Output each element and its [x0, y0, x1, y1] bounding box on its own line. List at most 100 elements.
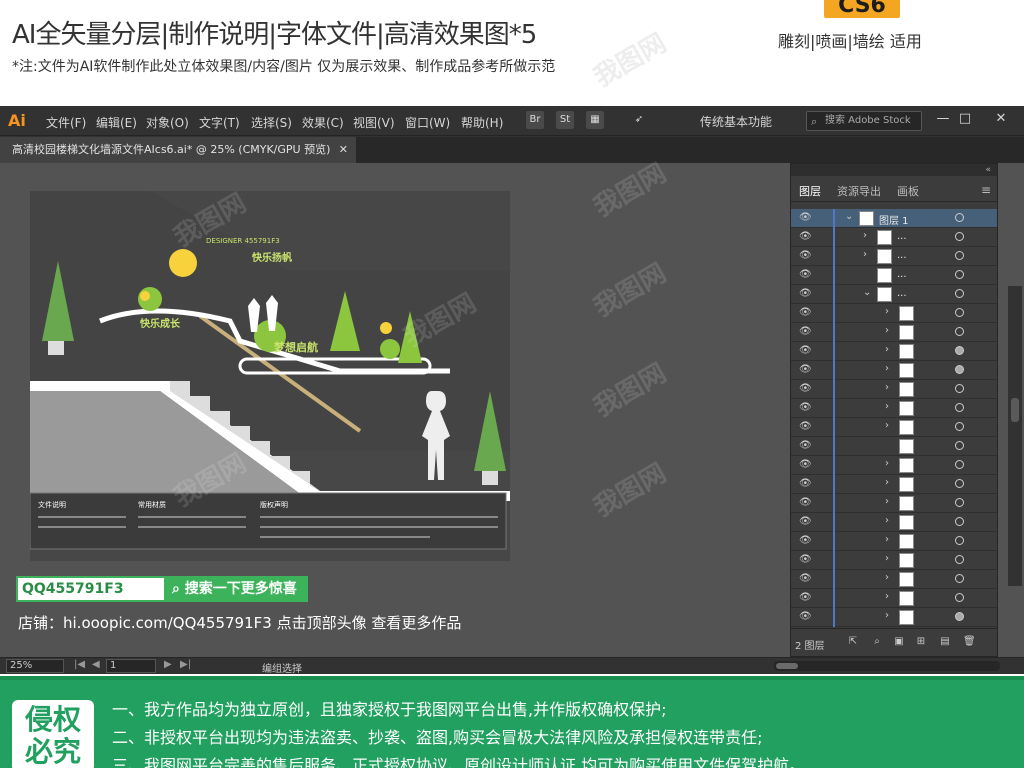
- target-circle-icon[interactable]: [955, 327, 964, 336]
- new-layer-icon[interactable]: ▤: [939, 636, 951, 648]
- locate-object-icon[interactable]: ⌕: [871, 636, 883, 648]
- expand-arrow-icon[interactable]: ›: [885, 515, 889, 526]
- visibility-eye-icon[interactable]: 👁: [799, 554, 812, 565]
- menu-window[interactable]: 窗口(W): [405, 114, 450, 131]
- target-circle-icon[interactable]: [955, 555, 964, 564]
- layer-row[interactable]: 👁 ›: [791, 589, 997, 608]
- layer-row[interactable]: 👁 ›: [791, 608, 997, 627]
- menu-view[interactable]: 视图(V): [353, 114, 395, 131]
- layer-name[interactable]: ...: [897, 269, 907, 280]
- layers-list[interactable]: 👁 ⌄ 图层 1 👁 ›... 👁 ›... 👁... 👁 ⌄... 👁 › 👁 › 👁 › 👁 › 👁 › 👁 › 👁 › 👁…: [791, 209, 997, 627]
- menu-help[interactable]: 帮助(H): [461, 114, 503, 131]
- layer-row[interactable]: 👁 ⌄ 图层 1: [791, 209, 997, 228]
- visibility-eye-icon[interactable]: 👁: [799, 421, 812, 432]
- menu-select[interactable]: 选择(S): [251, 114, 292, 131]
- panel-collapse-button[interactable]: «: [791, 164, 997, 176]
- close-window-button[interactable]: ✕: [992, 111, 1010, 127]
- expand-arrow-icon[interactable]: ›: [885, 401, 889, 412]
- visibility-eye-icon[interactable]: 👁: [799, 535, 812, 546]
- menu-edit[interactable]: 编辑(E): [96, 114, 137, 131]
- expand-arrow-icon[interactable]: ⌄: [845, 211, 853, 222]
- visibility-eye-icon[interactable]: 👁: [799, 573, 812, 584]
- artboard[interactable]: DESIGNER 455791F3 快乐成长 快乐扬帆 梦想启航 文件说明 常用…: [30, 191, 510, 561]
- layer-row[interactable]: 👁 ›: [791, 380, 997, 399]
- tab-asset-export[interactable]: 资源导出: [837, 183, 881, 199]
- collect-export-icon[interactable]: ⇱: [847, 636, 859, 648]
- layer-row[interactable]: 👁 ›: [791, 513, 997, 532]
- layer-row[interactable]: 👁 ›: [791, 532, 997, 551]
- target-circle-icon[interactable]: [955, 460, 964, 469]
- layer-row[interactable]: 👁: [791, 437, 997, 456]
- layer-row[interactable]: 👁 ›: [791, 342, 997, 361]
- bridge-icon[interactable]: Br: [526, 111, 544, 129]
- expand-arrow-icon[interactable]: ›: [885, 344, 889, 355]
- visibility-eye-icon[interactable]: 👁: [799, 383, 812, 394]
- layer-row[interactable]: 👁 ›: [791, 475, 997, 494]
- tab-artboards[interactable]: 画板: [897, 183, 919, 199]
- expand-arrow-icon[interactable]: ›: [885, 306, 889, 317]
- panel-menu-icon[interactable]: ≡: [981, 183, 991, 197]
- gpu-performance-icon[interactable]: ➶: [630, 111, 648, 129]
- close-tab-icon[interactable]: ✕: [339, 137, 348, 163]
- visibility-eye-icon[interactable]: 👁: [799, 364, 812, 375]
- visibility-eye-icon[interactable]: 👁: [799, 402, 812, 413]
- visibility-eye-icon[interactable]: 👁: [799, 307, 812, 318]
- visibility-eye-icon[interactable]: 👁: [799, 326, 812, 337]
- target-circle-icon[interactable]: [955, 289, 964, 298]
- scroll-thumb[interactable]: [776, 663, 798, 669]
- target-circle-icon[interactable]: [955, 593, 964, 602]
- expand-arrow-icon[interactable]: ›: [885, 553, 889, 564]
- target-circle-icon[interactable]: [955, 422, 964, 431]
- page-field[interactable]: 1: [106, 659, 156, 673]
- tab-layers[interactable]: 图层: [799, 183, 821, 199]
- target-circle-icon[interactable]: [955, 612, 964, 621]
- new-sublayer-icon[interactable]: ⊞: [915, 636, 927, 648]
- visibility-eye-icon[interactable]: 👁: [799, 611, 812, 622]
- menu-effect[interactable]: 效果(C): [302, 114, 344, 131]
- target-circle-icon[interactable]: [955, 384, 964, 393]
- layer-row[interactable]: 👁 ›...: [791, 228, 997, 247]
- next-page-icon[interactable]: ▶: [164, 659, 172, 670]
- layer-row[interactable]: 👁 ›: [791, 418, 997, 437]
- layer-name[interactable]: ...: [897, 288, 907, 299]
- target-circle-icon[interactable]: [955, 536, 964, 545]
- target-circle-icon[interactable]: [955, 213, 964, 222]
- target-circle-icon[interactable]: [955, 574, 964, 583]
- shop-link[interactable]: 店铺：hi.ooopic.com/QQ455791F3 点击顶部头像 查看更多作…: [18, 612, 461, 633]
- layer-row[interactable]: 👁 ›: [791, 361, 997, 380]
- expand-arrow-icon[interactable]: ›: [885, 591, 889, 602]
- target-circle-icon[interactable]: [955, 441, 964, 450]
- visibility-eye-icon[interactable]: 👁: [799, 288, 812, 299]
- vertical-scrollbar[interactable]: [1008, 286, 1022, 586]
- target-circle-icon[interactable]: [955, 498, 964, 507]
- layer-name[interactable]: ...: [897, 231, 907, 242]
- prev-page-icon[interactable]: ◀: [92, 659, 100, 670]
- expand-arrow-icon[interactable]: ›: [885, 534, 889, 545]
- visibility-eye-icon[interactable]: 👁: [799, 250, 812, 261]
- layer-row[interactable]: 👁 ›: [791, 456, 997, 475]
- visibility-eye-icon[interactable]: 👁: [799, 212, 812, 223]
- layer-row[interactable]: 👁 ›: [791, 570, 997, 589]
- expand-arrow-icon[interactable]: ›: [885, 458, 889, 469]
- visibility-eye-icon[interactable]: 👁: [799, 516, 812, 527]
- visibility-eye-icon[interactable]: 👁: [799, 592, 812, 603]
- visibility-eye-icon[interactable]: 👁: [799, 497, 812, 508]
- expand-arrow-icon[interactable]: ›: [885, 477, 889, 488]
- target-circle-icon[interactable]: [955, 403, 964, 412]
- layer-name[interactable]: ...: [897, 250, 907, 261]
- layer-row[interactable]: 👁 ›...: [791, 247, 997, 266]
- expand-arrow-icon[interactable]: ›: [885, 363, 889, 374]
- target-circle-icon[interactable]: [955, 308, 964, 317]
- expand-arrow-icon[interactable]: ›: [885, 420, 889, 431]
- stock-icon[interactable]: St: [556, 111, 574, 129]
- layer-name[interactable]: 图层 1: [879, 212, 909, 227]
- layer-row[interactable]: 👁 ›: [791, 304, 997, 323]
- menu-file[interactable]: 文件(F): [46, 114, 86, 131]
- search-more-button[interactable]: ⌕ 搜索一下更多惊喜: [166, 576, 308, 602]
- layer-row[interactable]: 👁 ›: [791, 494, 997, 513]
- target-circle-icon[interactable]: [955, 517, 964, 526]
- minimize-button[interactable]: —: [934, 111, 952, 127]
- visibility-eye-icon[interactable]: 👁: [799, 345, 812, 356]
- expand-arrow-icon[interactable]: ›: [863, 230, 867, 241]
- menu-object[interactable]: 对象(O): [146, 114, 189, 131]
